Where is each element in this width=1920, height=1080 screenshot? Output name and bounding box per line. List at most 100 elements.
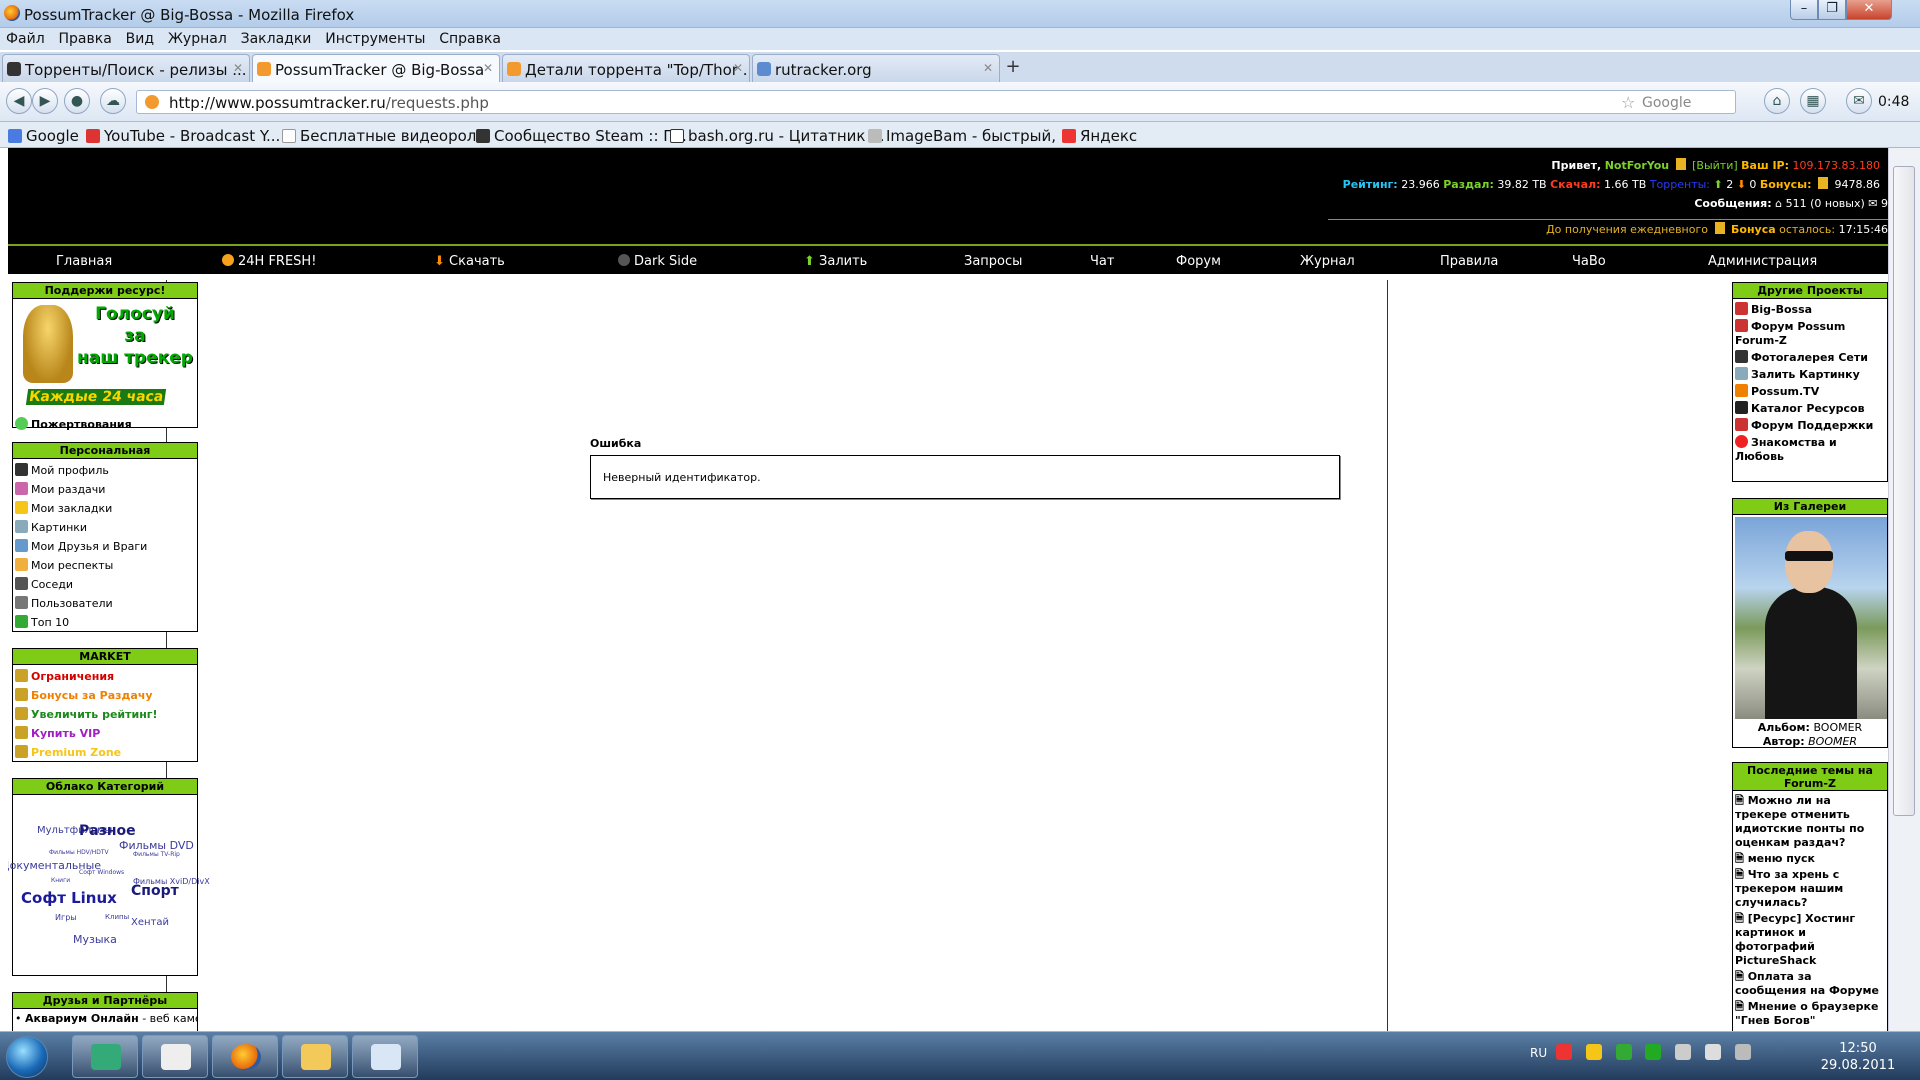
menu-neighbors[interactable]: Соседи [15,575,195,594]
tag[interactable]: Хентай [131,917,169,928]
nav-forum[interactable]: Форум [1176,254,1221,269]
tab-close-icon[interactable]: ✕ [483,61,493,75]
menu-my-bookmarks[interactable]: Мои закладки [15,499,195,518]
project-dating[interactable]: Знакомства и Любовь [1735,434,1885,465]
tag[interactable]: Разное [79,823,136,839]
tag[interactable]: Клипы [105,913,129,921]
project-support-forum[interactable]: Форум Поддержки [1735,417,1885,434]
nav-requests[interactable]: Запросы [964,254,1022,269]
project-possum-tv[interactable]: Possum.TV [1735,383,1885,400]
market-seed-bonus[interactable]: Бонусы за Раздачу [15,686,195,705]
new-tab-button[interactable]: + [1002,56,1024,80]
vote-banner[interactable]: Голосуй за наш трекер Каждые 24 часа [13,299,197,415]
minimize-button[interactable]: – [1790,0,1818,20]
bookmark-bash[interactable]: bash.org.ru - Цитатник ... [670,127,885,145]
forum-topic[interactable]: 🗎 Оплата за сообщения на Форуме [1735,969,1885,999]
page-scrollbar[interactable] [1888,148,1920,1031]
nav-home[interactable]: Главная [56,254,112,269]
url-text[interactable]: http://www.possumtracker.ru/requests.php [169,94,489,112]
menu-pictures[interactable]: Картинки [15,518,195,537]
tag[interactable]: Книги [51,877,70,884]
tag[interactable]: Софт Windows [79,869,124,876]
nav-download[interactable]: ⬇ Скачать [434,254,505,269]
project-big-bossa[interactable]: Big-Bossa [1735,301,1885,318]
tab-rutracker[interactable]: rutracker.org ✕ [752,54,1000,82]
tab-torrents[interactable]: Торренты/Поиск - релизы ... ✕ [2,54,250,82]
tag[interactable]: Музыка [73,933,117,946]
url-bar[interactable]: http://www.possumtracker.ru/requests.php… [136,90,1736,114]
market-buy-vip[interactable]: Купить VIP [15,724,195,743]
tray-icon[interactable] [1585,1044,1602,1060]
addon-icon[interactable]: ✉ [1846,88,1872,114]
menu-help[interactable]: Справка [433,28,501,47]
forum-topic[interactable]: 🗎 Можно ли на трекере отменить идиотские… [1735,793,1885,851]
project-gallery[interactable]: Фотогалерея Сети [1735,349,1885,366]
gallery-photo[interactable] [1735,517,1887,719]
logout-link[interactable]: [Выйти] [1692,159,1738,172]
market-restrictions[interactable]: Ограничения [15,667,195,686]
tray-icon[interactable] [1555,1044,1572,1060]
market-premium[interactable]: Premium Zone [15,743,195,762]
bookmark-yandex[interactable]: Яндекс [1062,127,1137,145]
donate-link[interactable]: Пожертвования [13,415,197,434]
tab-close-icon[interactable]: ✕ [983,61,993,75]
taskbar-app[interactable] [142,1035,208,1078]
tab-torrent-details[interactable]: Детали торрента "Top/Thor ... ✕ [502,54,750,82]
inbox-count[interactable]: 511 [1786,197,1807,210]
project-catalog[interactable]: Каталог Ресурсов [1735,400,1885,417]
nav-rules[interactable]: Правила [1440,254,1498,269]
gallery-photo-link[interactable] [1733,515,1887,721]
maximize-button[interactable]: ❐ [1818,0,1846,20]
start-button[interactable] [6,1036,48,1078]
tag[interactable]: Спорт [131,883,179,899]
taskbar-firefox[interactable] [212,1035,278,1078]
menu-edit[interactable]: Правка [53,28,112,47]
tag[interactable]: Фильмы TV-Rip [133,851,180,858]
taskbar-explorer[interactable] [282,1035,348,1078]
network-icon[interactable] [1705,1044,1722,1060]
bookmark-imagebam[interactable]: ImageBam - быстрый, ... [868,127,1075,145]
tray-icon[interactable] [1675,1044,1692,1060]
forum-topic[interactable]: 🗎 [Ресурс] Хостинг картинок и фотографий… [1735,911,1885,969]
nav-administration[interactable]: Администрация [1708,254,1817,269]
nav-dark-side[interactable]: Dark Side [618,254,697,269]
home-button[interactable]: ⌂ [1764,88,1790,114]
tab-possumtracker[interactable]: PossumTracker @ Big-Bossa ✕ [252,54,500,82]
menu-view[interactable]: Вид [120,28,154,47]
menu-bookmarks[interactable]: Закладки [235,28,312,47]
scrollbar-thumb[interactable] [1893,166,1915,816]
partner-link[interactable]: • Аквариум Онлайн - веб камеры [13,1009,197,1028]
taskbar-app[interactable] [72,1035,138,1078]
project-forum-z[interactable]: Форум Possum Forum-Z [1735,318,1885,349]
username-link[interactable]: NotForYou [1605,159,1669,172]
forum-topic[interactable]: 🗎 Что за хрень с трекером нашим случилас… [1735,867,1885,911]
volume-icon[interactable] [1734,1044,1751,1060]
menu-history[interactable]: Журнал [162,28,227,47]
tray-icon[interactable] [1615,1044,1632,1060]
tag[interactable]: Игры [55,913,77,922]
menu-my-torrents[interactable]: Мои раздачи [15,480,195,499]
nav-upload[interactable]: ⬆ Залить [804,254,867,269]
addon-icon[interactable]: ▦ [1800,88,1826,114]
close-button[interactable]: ✕ [1846,0,1892,20]
tab-close-icon[interactable]: ✕ [733,61,743,75]
nav-chat[interactable]: Чат [1090,254,1114,269]
bookmark-youtube[interactable]: YouTube - Broadcast Y... [86,127,280,145]
system-clock[interactable]: 12:50 29.08.2011 [1808,1040,1908,1074]
forum-topic[interactable]: 🗎 меню пуск [1735,851,1885,867]
bookmark-google[interactable]: Google [8,127,79,145]
tag[interactable]: Софт Linux [21,889,117,907]
back-button[interactable]: ◀ [6,88,32,114]
nav-journal[interactable]: Журнал [1300,254,1355,269]
tab-close-icon[interactable]: ✕ [233,61,243,75]
menu-tools[interactable]: Инструменты [319,28,425,47]
addon-icon[interactable]: ☁ [100,88,126,114]
inbox-icon[interactable]: ⌂ [1775,197,1782,210]
menu-respects[interactable]: Мои респекты [15,556,195,575]
menu-users[interactable]: Пользователи [15,594,195,613]
forward-button[interactable]: ▶ [32,88,58,114]
nav-faq[interactable]: ЧаВо [1572,254,1606,269]
bookmark-star-icon[interactable]: ☆ [1621,93,1635,112]
outbox-count[interactable]: 9 [1881,197,1888,210]
nav-fresh[interactable]: 24H FRESH! [222,254,316,269]
